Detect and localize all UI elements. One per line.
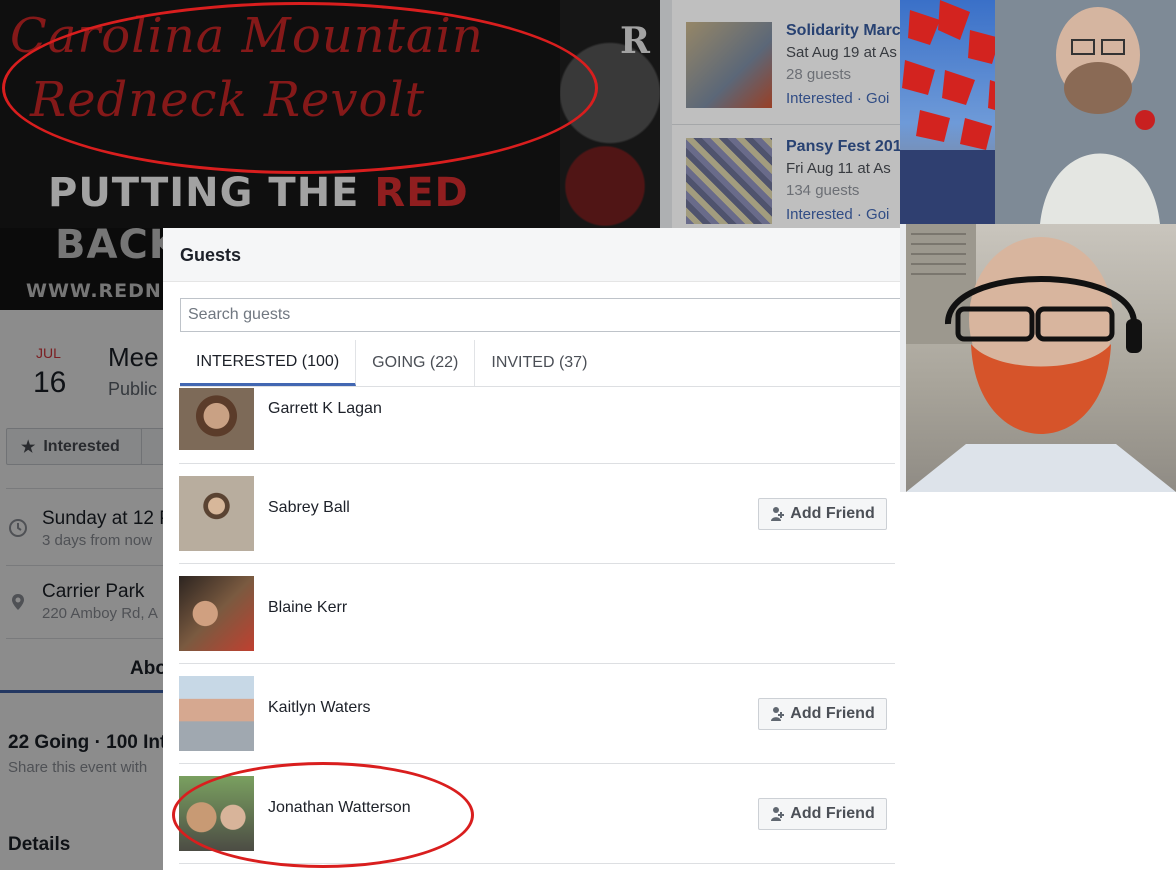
annotation-circle bbox=[172, 762, 474, 868]
guest-name[interactable]: Garrett K Lagan bbox=[268, 400, 382, 418]
add-friend-icon bbox=[771, 507, 785, 521]
guest-row: Kaitlyn Waters Add Friend bbox=[179, 664, 895, 764]
add-friend-label: Add Friend bbox=[790, 505, 875, 522]
video-image-webcam bbox=[906, 224, 1176, 492]
guest-row: Garrett K Lagan bbox=[179, 364, 895, 464]
video-frame-top bbox=[900, 0, 1176, 224]
annotation-circle bbox=[2, 2, 598, 174]
add-friend-button[interactable]: Add Friend bbox=[758, 498, 887, 530]
avatar[interactable] bbox=[179, 576, 254, 651]
add-friend-label: Add Friend bbox=[790, 705, 875, 722]
guest-row: Sabrey Ball Add Friend bbox=[179, 464, 895, 564]
blank-area bbox=[900, 492, 1176, 870]
video-image-flags bbox=[900, 0, 1176, 224]
add-friend-button[interactable]: Add Friend bbox=[758, 698, 887, 730]
avatar[interactable] bbox=[179, 676, 254, 751]
avatar[interactable] bbox=[179, 476, 254, 551]
video-frame-bottom bbox=[906, 224, 1176, 492]
add-friend-icon bbox=[771, 707, 785, 721]
dialog-title: Guests bbox=[180, 245, 242, 265]
add-friend-label: Add Friend bbox=[790, 805, 875, 822]
search-guests-input[interactable] bbox=[180, 298, 900, 332]
add-friend-icon bbox=[771, 807, 785, 821]
dialog-header: Guests bbox=[163, 228, 900, 282]
avatar[interactable] bbox=[179, 388, 254, 450]
guest-row: Blaine Kerr bbox=[179, 564, 895, 664]
guest-name[interactable]: Kaitlyn Waters bbox=[268, 699, 371, 717]
add-friend-button[interactable]: Add Friend bbox=[758, 798, 887, 830]
guest-name[interactable]: Blaine Kerr bbox=[268, 599, 347, 617]
screenshot-root: Carolina Mountain Redneck Revolt PUTTING… bbox=[0, 0, 1176, 870]
guest-name[interactable]: Sabrey Ball bbox=[268, 499, 350, 517]
